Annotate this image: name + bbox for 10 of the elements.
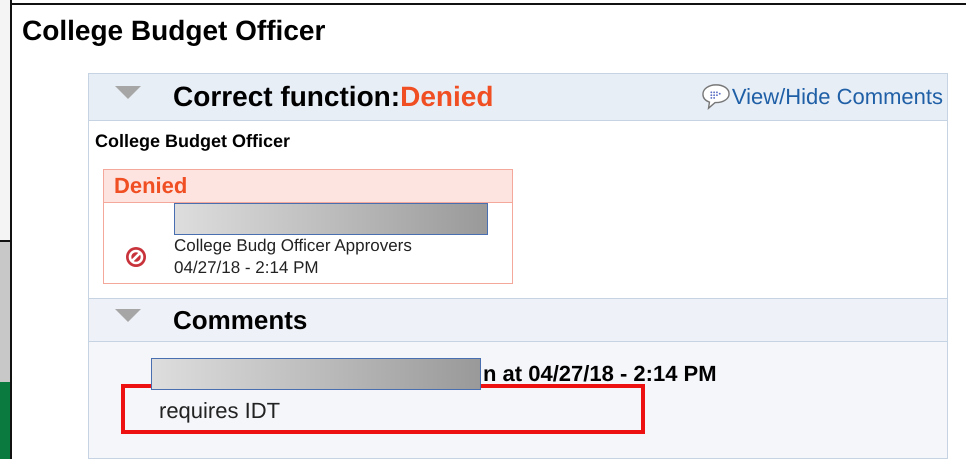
window-title: College Budget Officer	[22, 14, 326, 48]
comments-heading: Comments	[173, 304, 308, 336]
step-status: Denied	[104, 170, 512, 203]
stage-name: College Budget Officer	[95, 131, 292, 153]
view-hide-comments-link[interactable]: View/Hide Comments	[732, 84, 943, 110]
comment-text: requires IDT	[159, 398, 280, 423]
comment-byline: n at 04/27/18 - 2:14 PM	[483, 361, 717, 387]
approval-date: 04/27/18 - 2:14 PM	[174, 257, 320, 279]
approver-group: College Budg Officer Approvers	[174, 235, 488, 257]
panel-heading: Correct function:Denied	[173, 81, 494, 113]
